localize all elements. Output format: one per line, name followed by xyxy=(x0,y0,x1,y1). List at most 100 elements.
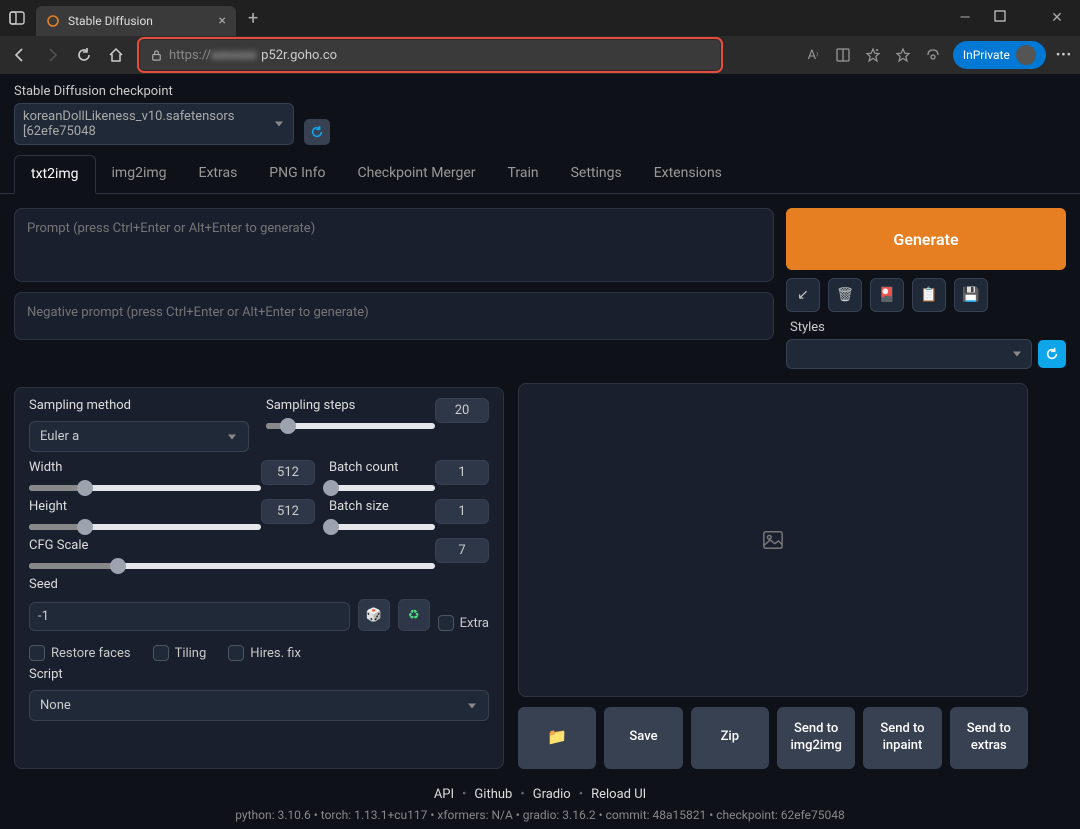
profile-avatar-icon xyxy=(1016,45,1036,65)
more-menu-button[interactable]: ••• xyxy=(1056,48,1072,63)
tab-title: Stable Diffusion xyxy=(68,14,211,28)
back-button[interactable] xyxy=(8,43,32,67)
styles-label: Styles xyxy=(786,320,1066,335)
sampling-steps-slider[interactable] xyxy=(266,423,435,429)
sampling-steps-label: Sampling steps 20 xyxy=(266,398,489,413)
seed-random-button[interactable]: 🎲 xyxy=(358,599,390,631)
checkpoint-select[interactable]: koreanDollLikeness_v10.safetensors [62ef… xyxy=(14,103,294,145)
footer-links: API• Github• Gradio• Reload UI xyxy=(0,787,1080,802)
card-icon: 🎴 xyxy=(878,287,895,303)
footer-api-link[interactable]: API xyxy=(434,787,454,802)
tab-png-info[interactable]: PNG Info xyxy=(253,155,341,193)
send-to-inpaint-button[interactable]: Send to inpaint xyxy=(863,707,941,769)
clipboard-icon: 📋 xyxy=(920,287,937,303)
cfg-scale-slider[interactable] xyxy=(29,563,435,569)
seed-label: Seed xyxy=(29,577,350,592)
save-button[interactable]: Save xyxy=(604,707,682,769)
minimize-button[interactable]: — xyxy=(948,10,982,26)
sampling-method-select[interactable]: Euler a xyxy=(29,421,249,452)
read-aloud-icon[interactable]: A⁾ xyxy=(803,45,823,65)
generate-button[interactable]: Generate xyxy=(786,208,1066,270)
address-bar[interactable]: https://xxxxxxxp52r.goho.co xyxy=(140,40,720,70)
width-slider[interactable] xyxy=(29,485,261,491)
recycle-icon: ♻ xyxy=(408,608,420,623)
tab-settings[interactable]: Settings xyxy=(555,155,638,193)
tab-checkpoint-merger[interactable]: Checkpoint Merger xyxy=(342,155,492,193)
width-label: Width 512 xyxy=(29,460,315,475)
image-placeholder-icon xyxy=(762,529,784,551)
styles-refresh-button[interactable] xyxy=(1038,340,1066,368)
folder-icon: 📁 xyxy=(547,727,567,748)
clear-prompt-button[interactable]: 🗑 xyxy=(828,278,862,312)
batch-count-slider[interactable] xyxy=(329,485,435,491)
width-value[interactable]: 512 xyxy=(261,460,315,485)
home-button[interactable] xyxy=(104,43,128,67)
trash-icon: 🗑 xyxy=(836,287,854,303)
script-label: Script xyxy=(29,667,489,682)
favorites-icon[interactable] xyxy=(893,45,913,65)
maximize-button[interactable] xyxy=(994,10,1028,26)
send-to-img2img-button[interactable]: Send to img2img xyxy=(777,707,855,769)
sampling-steps-value[interactable]: 20 xyxy=(435,398,489,423)
tab-txt2img[interactable]: txt2img xyxy=(14,155,96,194)
reading-view-icon[interactable] xyxy=(833,45,853,65)
seed-reuse-button[interactable]: ♻ xyxy=(398,599,430,631)
hires-fix-checkbox[interactable]: Hires. fix xyxy=(228,645,301,661)
restore-faces-checkbox[interactable]: Restore faces xyxy=(29,645,131,661)
batch-size-label: Batch size 1 xyxy=(329,499,489,514)
dice-icon: 🎲 xyxy=(366,608,382,623)
batch-count-label: Batch count 1 xyxy=(329,460,489,475)
seed-input[interactable]: -1 xyxy=(29,602,350,631)
tiling-checkbox[interactable]: Tiling xyxy=(153,645,207,661)
save-icon: 💾 xyxy=(962,287,979,303)
params-panel: Sampling method Euler a Sampling steps 2… xyxy=(14,387,504,769)
zip-button[interactable]: Zip xyxy=(691,707,769,769)
open-folder-button[interactable]: 📁 xyxy=(518,707,596,769)
sampling-method-label: Sampling method xyxy=(29,398,252,413)
tab-close-icon[interactable]: × xyxy=(219,13,226,29)
footer-github-link[interactable]: Github xyxy=(474,787,512,802)
add-favorite-icon[interactable] xyxy=(863,45,883,65)
tab-img2img[interactable]: img2img xyxy=(96,155,183,193)
prompt-input[interactable] xyxy=(14,208,774,282)
height-label: Height 512 xyxy=(29,499,315,514)
tabs-overview-icon[interactable] xyxy=(6,7,28,29)
height-slider[interactable] xyxy=(29,524,261,530)
tab-extras[interactable]: Extras xyxy=(183,155,254,193)
height-value[interactable]: 512 xyxy=(261,499,315,524)
batch-size-slider[interactable] xyxy=(329,524,435,530)
refresh-button[interactable] xyxy=(72,43,96,67)
tab-train[interactable]: Train xyxy=(492,155,555,193)
interrogate-button[interactable]: ↙ xyxy=(786,278,820,312)
browser-tab[interactable]: Stable Diffusion × xyxy=(36,6,236,36)
tab-favicon-icon xyxy=(46,14,60,28)
checkpoint-refresh-button[interactable] xyxy=(304,119,330,145)
output-image-preview xyxy=(518,383,1028,697)
footer-versions: python: 3.10.6 • torch: 1.13.1+cu117 • x… xyxy=(0,808,1080,822)
new-tab-button[interactable]: + xyxy=(248,8,258,29)
forward-button xyxy=(40,43,64,67)
script-select[interactable]: None xyxy=(29,690,489,721)
tab-extensions[interactable]: Extensions xyxy=(638,155,738,193)
save-style-button[interactable]: 💾 xyxy=(954,278,988,312)
clipboard-button[interactable]: 📋 xyxy=(912,278,946,312)
batch-count-value[interactable]: 1 xyxy=(435,460,489,485)
extra-networks-button[interactable]: 🎴 xyxy=(870,278,904,312)
cfg-scale-label: CFG Scale 7 xyxy=(29,538,489,553)
batch-size-value[interactable]: 1 xyxy=(435,499,489,524)
arrow-icon: ↙ xyxy=(797,287,809,303)
footer-reload-link[interactable]: Reload UI xyxy=(591,787,646,802)
send-to-extras-button[interactable]: Send to extras xyxy=(950,707,1028,769)
collections-icon[interactable] xyxy=(923,45,943,65)
styles-select[interactable] xyxy=(786,339,1032,369)
cfg-scale-value[interactable]: 7 xyxy=(435,538,489,563)
close-window-button[interactable]: ✕ xyxy=(1040,10,1074,26)
negative-prompt-input[interactable] xyxy=(14,292,774,340)
footer-gradio-link[interactable]: Gradio xyxy=(533,787,571,802)
checkpoint-label: Stable Diffusion checkpoint xyxy=(14,84,294,99)
extra-checkbox[interactable]: Extra xyxy=(438,615,489,631)
lock-icon xyxy=(150,49,163,62)
main-tabs: txt2img img2img Extras PNG Info Checkpoi… xyxy=(0,155,1080,194)
inprivate-badge[interactable]: InPrivate xyxy=(953,41,1046,69)
url-text: https://xxxxxxxp52r.goho.co xyxy=(169,48,337,63)
